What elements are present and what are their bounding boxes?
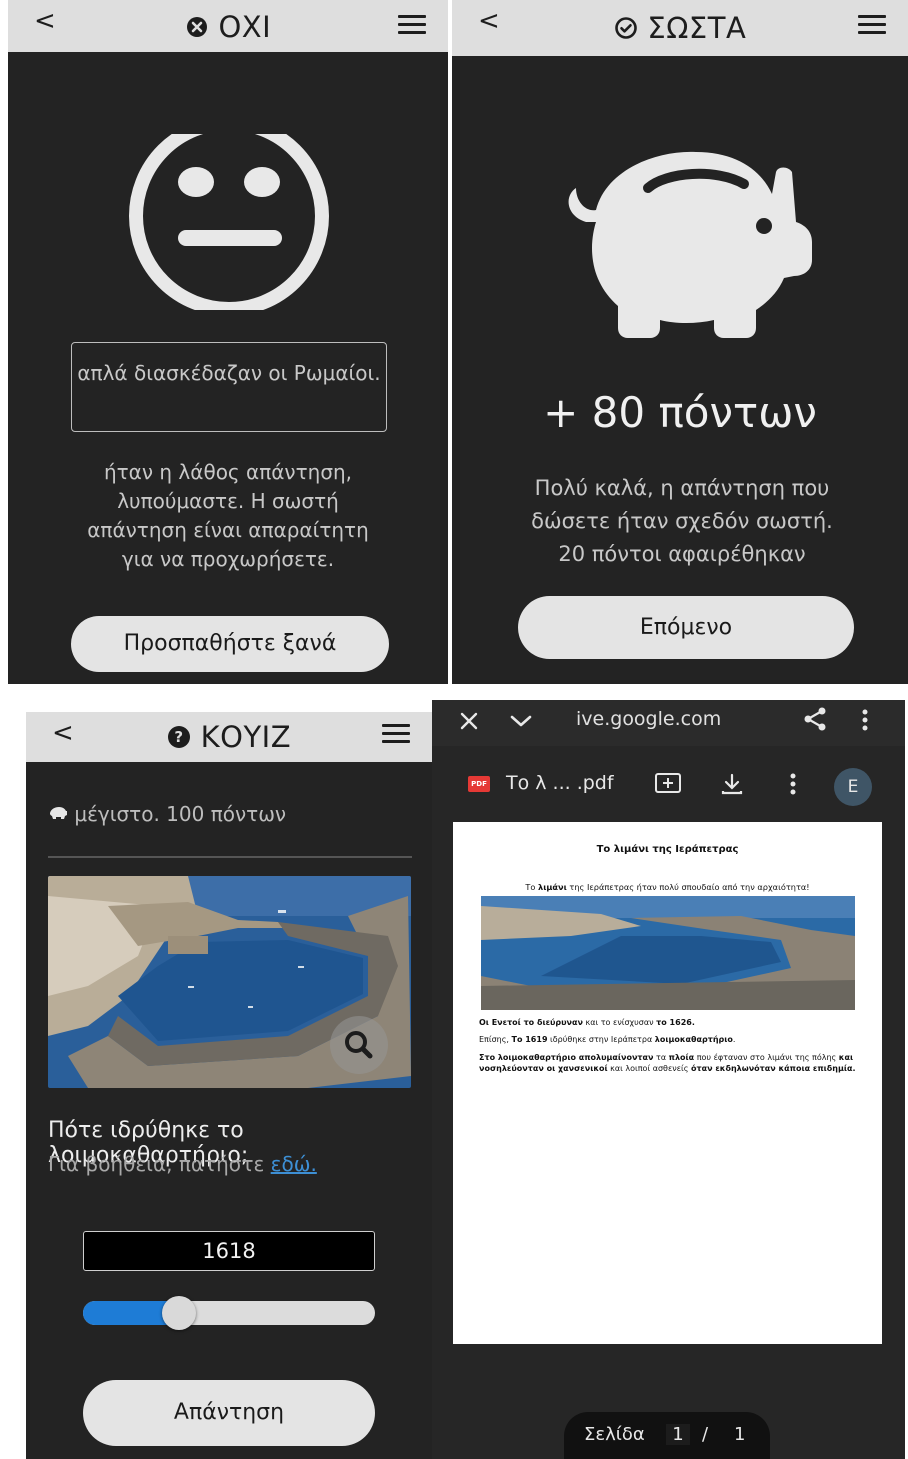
app-header: < ? ΚΟΥΙΖ — [26, 712, 432, 762]
given-answer-box: απλά διασκέδαζαν οι Ρωμαίοι. — [71, 342, 387, 432]
url-text[interactable]: ive.google.com — [576, 708, 721, 730]
page-current[interactable]: 1 — [666, 1424, 690, 1445]
wrong-answer-screen: < ΟΧΙ απλά διασκέδαζαν οι Ρωμαίοι. ήταν … — [8, 0, 448, 684]
zoom-button[interactable] — [330, 1016, 388, 1074]
page-title: ? ΚΟΥΙΖ — [26, 720, 432, 754]
error-message: ήταν η λάθος απάντηση, λυπούμαστε. Η σωσ… — [87, 460, 369, 571]
doc-intro: Το λιμάνι της Ιεράπετρας ήταν πολύ σπουδ… — [525, 882, 810, 892]
page-title: ΣΩΣΤΑ — [452, 11, 908, 45]
neutral-face-icon — [129, 134, 329, 310]
piggy-bank-icon — [568, 151, 812, 338]
menu-icon[interactable] — [382, 724, 410, 748]
page-title: ΟΧΙ — [8, 10, 448, 44]
max-points-label: μέγιστο. 100 πόντων — [48, 802, 286, 826]
retry-button[interactable]: Προσπαθήστε ξανά — [71, 616, 389, 672]
points-earned: + 80 πόντων — [543, 388, 817, 437]
page-indicator: Σελίδα 1 / 1 — [564, 1412, 770, 1459]
year-input[interactable]: 1618 — [83, 1231, 375, 1271]
pdf-file-icon: PDF — [468, 776, 490, 792]
doc-harbor-image — [481, 896, 855, 1010]
answer-button[interactable]: Απάντηση — [83, 1380, 375, 1446]
pdf-page: Το λιμάνι της Ιεράπετρας Το λιμάνι της Ι… — [453, 822, 882, 1344]
close-icon[interactable] — [458, 710, 480, 732]
help-circle-icon: ? — [167, 726, 190, 748]
doc-paragraph-3: Στο λοιμοκαθαρτήριο απολυμαίνονταν τα πλ… — [479, 1053, 856, 1073]
browser-bar: ive.google.com — [432, 700, 905, 746]
x-circle-icon — [186, 17, 207, 37]
page-total: 1 — [734, 1424, 746, 1445]
document-toolbar: PDF Το λ ... .pdf E — [432, 746, 905, 820]
doc-title: Το λιμάνι της Ιεράπετρας — [596, 844, 739, 855]
doc-paragraph-2: Επίσης, Το 1619 ιδρύθηκε στην Ιεράπετρα … — [479, 1035, 736, 1044]
file-name: Το λ ... .pdf — [506, 772, 614, 794]
divider — [48, 856, 412, 858]
avatar[interactable]: E — [834, 768, 872, 806]
pdf-viewer-screen: ive.google.com PDF Το λ ... .pdf E Το λι… — [432, 700, 905, 1459]
download-icon[interactable] — [720, 772, 744, 796]
check-circle-icon — [614, 17, 637, 39]
menu-icon[interactable] — [858, 15, 886, 39]
quiz-screen: < ? ΚΟΥΙΖ μέγιστο. 100 πόντων Πότε ιδρύθ… — [26, 712, 432, 1459]
share-icon[interactable] — [802, 706, 828, 732]
more-vert-icon[interactable] — [788, 772, 798, 796]
app-header: < ΣΩΣΤΑ — [452, 0, 908, 56]
piggy-bank-icon — [50, 807, 67, 819]
menu-icon[interactable] — [398, 15, 426, 39]
chevron-down-icon[interactable] — [508, 710, 534, 732]
add-comment-icon[interactable] — [654, 772, 682, 796]
magnifier-icon — [345, 1031, 373, 1059]
help-line: Για βοήθεια, πατήστε εδώ. — [48, 1152, 317, 1176]
year-slider[interactable] — [83, 1296, 375, 1330]
svg-text:?: ? — [174, 728, 183, 746]
more-vert-icon[interactable] — [860, 708, 870, 732]
success-message: Πολύ καλά, η απάντηση που δώσετε ήταν σχ… — [531, 476, 833, 566]
correct-answer-screen: < ΣΩΣΤΑ + 80 πόντων Πολύ καλά, η απάντησ… — [452, 0, 908, 684]
next-button[interactable]: Επόμενο — [518, 596, 854, 659]
slider-thumb[interactable] — [162, 1296, 197, 1330]
help-link[interactable]: εδώ. — [271, 1152, 317, 1176]
app-header: < ΟΧΙ — [8, 0, 448, 52]
doc-paragraph-1: Οι Ενετοί το διεύρυναν και το ενίσχυσαν … — [479, 1018, 695, 1027]
